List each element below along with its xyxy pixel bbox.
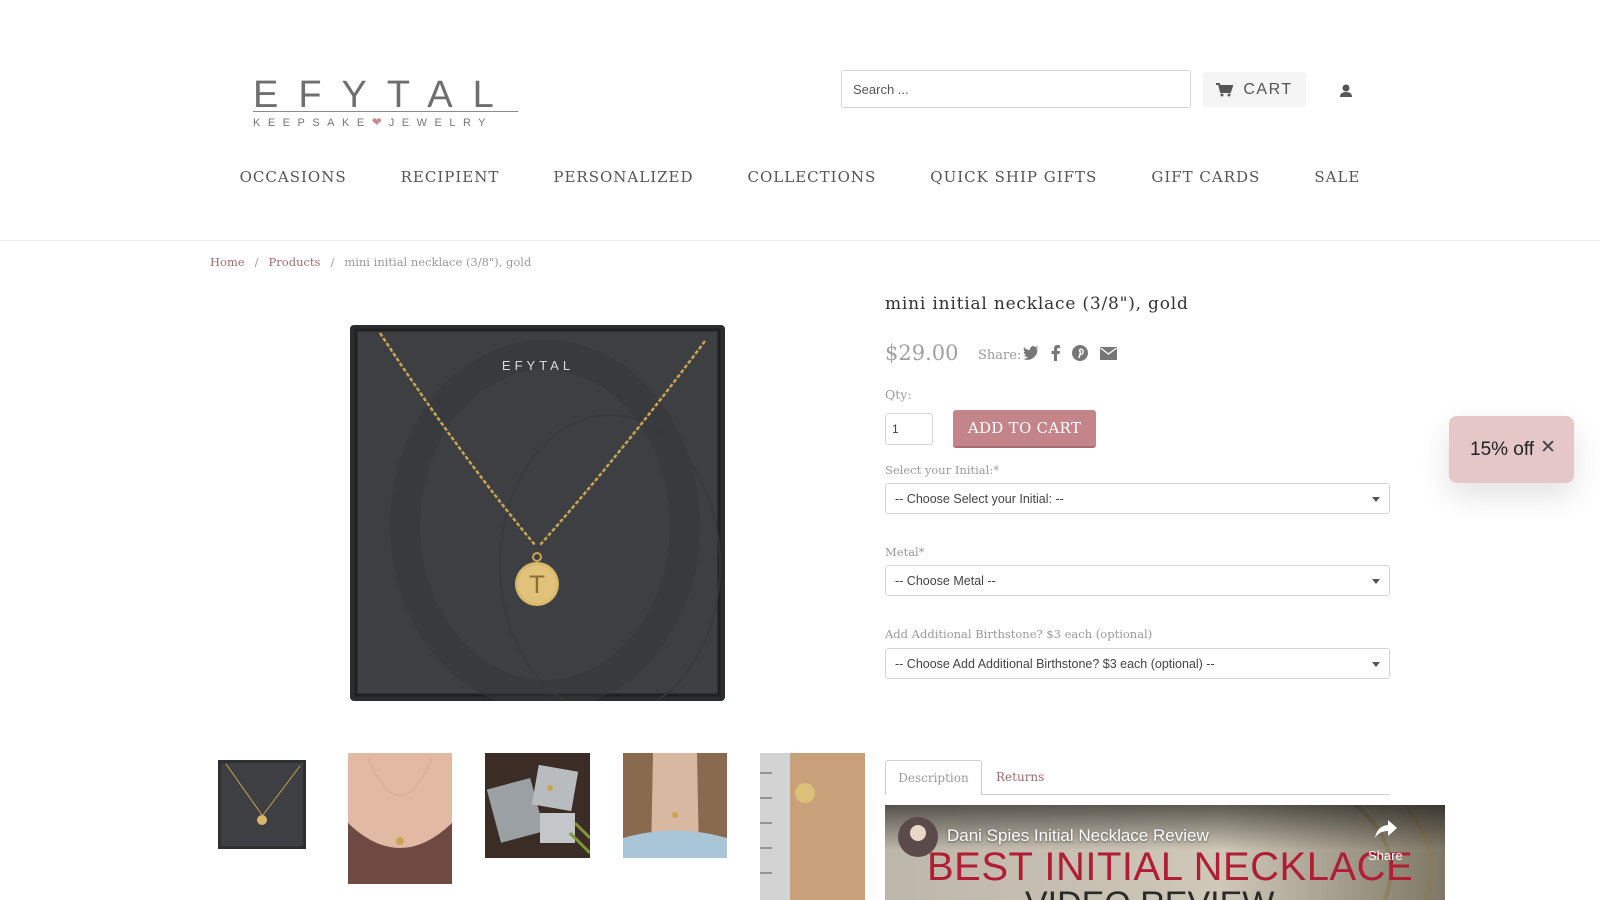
header-divider <box>0 240 1600 241</box>
initial-select-value: -- Choose Select your Initial: -- <box>895 491 1064 506</box>
thumbnail-5[interactable] <box>760 753 865 900</box>
breadcrumb-products[interactable]: Products <box>269 255 321 269</box>
qty-label: Qty: <box>885 387 912 402</box>
thumbnail-3[interactable] <box>485 753 590 858</box>
thumbnail-2[interactable] <box>348 753 452 884</box>
nav-item-quick-ship-gifts[interactable]: QUICK SHIP GIFTS <box>930 168 1097 194</box>
pinterest-icon[interactable] <box>1072 345 1088 361</box>
initial-select-label: Select your Initial:* <box>885 463 999 477</box>
main-nav: OCCASIONS RECIPIENT PERSONALIZED COLLECT… <box>0 168 1600 194</box>
thumbnail-4[interactable] <box>623 753 727 858</box>
brand-name: EFYTAL <box>253 74 514 116</box>
nav-item-sale[interactable]: SALE <box>1314 168 1360 194</box>
breadcrumb-separator: / <box>254 255 259 269</box>
cart-button[interactable]: CART <box>1203 72 1306 107</box>
nav-item-recipient[interactable]: RECIPIENT <box>401 168 500 194</box>
brand-tagline: KEEPSAKE❤JEWELRY <box>253 115 493 129</box>
product-price: $29.00 <box>885 341 959 365</box>
initial-select[interactable]: -- Choose Select your Initial: -- <box>885 483 1390 514</box>
promo-text: 15% off <box>1470 438 1535 460</box>
product-title: mini initial necklace (3/8"), gold <box>885 294 1189 314</box>
video-title: Dani Spies Initial Necklace Review <box>947 826 1209 845</box>
breadcrumb-current: mini initial necklace (3/8"), gold <box>344 255 532 269</box>
share-label: Share: <box>978 348 1022 363</box>
user-icon[interactable] <box>1337 82 1355 100</box>
promo-popup[interactable]: 15% off ✕ <box>1449 416 1574 483</box>
metal-select-label: Metal* <box>885 545 925 559</box>
thumbnail-1[interactable] <box>218 760 306 849</box>
breadcrumb-separator: / <box>330 255 335 269</box>
metal-select[interactable]: -- Choose Metal -- <box>885 565 1390 596</box>
birthstone-select-label: Add Additional Birthstone? $3 each (opti… <box>885 627 1153 641</box>
breadcrumb-home[interactable]: Home <box>210 255 245 269</box>
share-icon[interactable] <box>1375 820 1397 838</box>
logo-divider <box>253 111 518 112</box>
add-to-cart-button[interactable]: ADD TO CART <box>953 410 1096 448</box>
video-subline: VIDEO REVIEW <box>1025 885 1274 900</box>
tagline-left: KEEPSAKE <box>253 117 372 129</box>
video-headline: BEST INITIAL NECKLACE <box>927 845 1414 889</box>
nav-item-occasions[interactable]: OCCASIONS <box>240 168 347 194</box>
twitter-icon[interactable] <box>1023 346 1039 360</box>
tab-description[interactable]: Description <box>885 760 982 795</box>
cart-icon <box>1216 82 1234 96</box>
heart-icon: ❤ <box>371 115 389 129</box>
qty-input[interactable] <box>885 413 933 445</box>
chevron-down-icon <box>1372 662 1380 667</box>
chevron-down-icon <box>1372 579 1380 584</box>
brand-logo[interactable]: EFYTAL KEEPSAKE❤JEWELRY <box>253 74 518 129</box>
nav-item-personalized[interactable]: PERSONALIZED <box>553 168 693 194</box>
active-tab-gap <box>886 793 981 795</box>
nav-item-collections[interactable]: COLLECTIONS <box>748 168 877 194</box>
product-main-image[interactable]: EFYTAL T <box>350 325 725 701</box>
tab-returns[interactable]: Returns <box>996 770 1044 784</box>
birthstone-select-value: -- Choose Add Additional Birthstone? $3 … <box>895 656 1215 671</box>
tagline-right: JEWELRY <box>388 117 494 129</box>
search-input[interactable] <box>841 70 1191 108</box>
box-brand-text: EFYTAL <box>502 358 574 373</box>
video-share-label: Share <box>1368 848 1403 863</box>
chevron-down-icon <box>1372 497 1380 502</box>
review-video[interactable]: Dani Spies Initial Necklace Review BEST … <box>885 805 1445 900</box>
breadcrumb: Home / Products / mini initial necklace (3/8… <box>210 255 531 269</box>
metal-select-value: -- Choose Metal -- <box>895 573 996 588</box>
cart-label: CART <box>1243 80 1293 98</box>
nav-item-gift-cards[interactable]: GIFT CARDS <box>1151 168 1260 194</box>
email-icon[interactable] <box>1100 346 1117 360</box>
facebook-icon[interactable] <box>1051 345 1060 361</box>
share-icons <box>1023 345 1117 361</box>
birthstone-select[interactable]: -- Choose Add Additional Birthstone? $3 … <box>885 648 1390 679</box>
close-icon[interactable]: ✕ <box>1540 438 1556 458</box>
pendant-letter: T <box>529 571 545 599</box>
